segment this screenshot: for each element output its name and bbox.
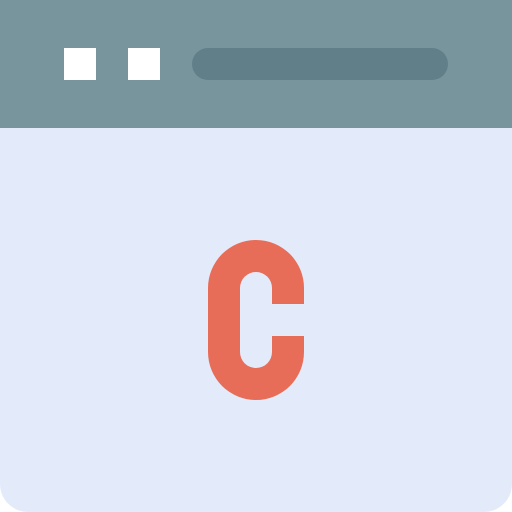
letter-c-icon [208, 240, 304, 400]
browser-window [0, 0, 512, 512]
letter-c-shape [208, 240, 304, 400]
